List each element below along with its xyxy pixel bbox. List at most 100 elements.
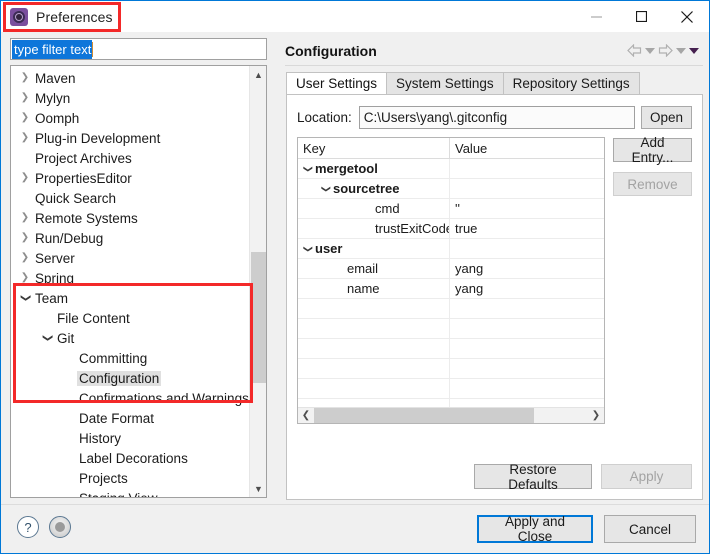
chevron-right-icon[interactable]: ❯	[17, 248, 33, 268]
apply-button[interactable]: Apply	[601, 464, 692, 489]
chevron-right-icon[interactable]: ❯	[17, 88, 33, 108]
table-row[interactable]	[298, 299, 604, 319]
sidebar-item-project-archives[interactable]: Project Archives	[11, 148, 249, 168]
open-button[interactable]: Open	[640, 105, 692, 129]
sidebar-item-run-debug[interactable]: ❯ Run/Debug	[11, 228, 249, 248]
chevron-down-icon[interactable]: ▼	[250, 480, 266, 497]
sidebar-item-staging-view[interactable]: Staging View	[11, 488, 249, 498]
table-row[interactable]: cmd ''	[298, 199, 604, 219]
search-input[interactable]: type filter text	[10, 38, 267, 60]
table-spacer	[302, 339, 315, 358]
table-row[interactable]	[298, 359, 604, 379]
help-question-icon[interactable]: ?	[17, 516, 39, 538]
sidebar-item-confirmations-and-warnings[interactable]: Confirmations and Warnings	[11, 388, 249, 408]
scrollbar-thumb[interactable]	[251, 252, 266, 383]
sidebar-item-team[interactable]: ❯ Team	[11, 288, 249, 308]
table-row[interactable]	[298, 379, 604, 399]
table-spacer	[302, 319, 315, 338]
table-row[interactable]: email yang	[298, 259, 604, 279]
nav-icons	[627, 44, 703, 57]
table-horizontal-scrollbar[interactable]: ❮ ❯	[298, 407, 604, 423]
hscroll-thumb[interactable]	[314, 408, 534, 423]
table-body: ❯ mergetool ❯ sourcetree cmd '' trustExitCod…	[298, 159, 604, 419]
sidebar-item-committing[interactable]: Committing	[11, 348, 249, 368]
close-icon[interactable]	[664, 1, 709, 32]
column-header-key[interactable]: Key	[298, 138, 450, 158]
chevron-left-icon[interactable]: ❮	[298, 408, 314, 423]
sidebar-item-oomph[interactable]: ❯ Oomph	[11, 108, 249, 128]
location-input[interactable]: C:\Users\yang\.gitconfig	[358, 105, 635, 129]
table-row[interactable]: ❯ mergetool	[298, 159, 604, 179]
column-header-value[interactable]: Value	[450, 138, 604, 158]
table-row[interactable]: trustExitCode true	[298, 219, 604, 239]
chevron-right-icon[interactable]: ❯	[17, 268, 33, 288]
back-arrow-icon[interactable]	[627, 44, 642, 57]
sidebar-item-server[interactable]: ❯ Server	[11, 248, 249, 268]
view-menu-arrow-icon[interactable]	[689, 47, 699, 54]
sidebar-item-label: Quick Search	[35, 190, 117, 206]
sidebar-item-git[interactable]: ❯ Git	[11, 328, 249, 348]
sidebar-item-propertieseditor[interactable]: ❯ PropertiesEditor	[11, 168, 249, 188]
chevron-right-icon[interactable]: ❯	[17, 228, 33, 248]
forward-arrow-icon[interactable]	[658, 44, 673, 57]
chevron-down-icon[interactable]: ❯	[15, 290, 35, 306]
add-entry-button[interactable]: Add Entry...	[613, 135, 692, 165]
minimize-icon[interactable]	[574, 1, 619, 32]
maximize-icon[interactable]	[619, 1, 664, 32]
chevron-right-icon[interactable]: ❯	[588, 408, 604, 423]
tab-system-settings[interactable]: System Settings	[386, 72, 504, 94]
tab-repository-settings[interactable]: Repository Settings	[502, 72, 640, 94]
cell-value	[450, 339, 604, 358]
table-row[interactable]	[298, 339, 604, 359]
table-row[interactable]	[298, 319, 604, 339]
sidebar-item-configuration[interactable]: Configuration	[11, 368, 249, 388]
chevron-right-icon[interactable]: ❯	[17, 68, 33, 88]
sidebar-item-label: File Content	[57, 310, 130, 326]
chevron-right-icon[interactable]: ❯	[17, 108, 33, 128]
sidebar-item-spring[interactable]: ❯ Spring	[11, 268, 249, 288]
grey-circle-icon[interactable]	[49, 516, 71, 538]
cell-key-label: user	[315, 241, 343, 256]
table-row[interactable]: ❯ sourcetree	[298, 179, 604, 199]
table-row[interactable]: ❯ user	[298, 239, 604, 259]
table-spacer	[338, 219, 351, 238]
back-dropdown-arrow-icon[interactable]	[645, 47, 655, 54]
table-row[interactable]: name yang	[298, 279, 604, 299]
sidebar-item-label: Oomph	[35, 110, 80, 126]
chevron-down-icon[interactable]: ❯	[317, 182, 337, 195]
remove-button[interactable]: Remove	[613, 172, 692, 196]
sidebar-item-maven[interactable]: ❯ Maven	[11, 68, 249, 88]
chevron-right-icon[interactable]: ❯	[17, 208, 33, 228]
chevron-up-icon[interactable]: ▲	[250, 66, 266, 83]
location-row: Location: C:\Users\yang\.gitconfig Open	[297, 105, 692, 129]
sidebar-item-label: Date Format	[79, 410, 155, 426]
sidebar-item-mylyn[interactable]: ❯ Mylyn	[11, 88, 249, 108]
apply-and-close-button[interactable]: Apply and Close	[477, 514, 593, 544]
forward-dropdown-arrow-icon[interactable]	[676, 47, 686, 54]
sidebar-item-file-content[interactable]: File Content	[11, 308, 249, 328]
chevron-right-icon[interactable]: ❯	[17, 128, 33, 148]
sidebar-item-projects[interactable]: Projects	[11, 468, 249, 488]
cancel-button[interactable]: Cancel	[604, 515, 696, 543]
tab-user-settings[interactable]: User Settings	[286, 72, 388, 94]
restore-defaults-button[interactable]: Restore Defaults	[474, 462, 592, 492]
chevron-down-icon[interactable]: ❯	[37, 330, 57, 346]
chevron-right-icon[interactable]: ❯	[17, 168, 33, 188]
sidebar-item-quick-search[interactable]: Quick Search	[11, 188, 249, 208]
sidebar-item-label-decorations[interactable]: Label Decorations	[11, 448, 249, 468]
sidebar-item-label: Committing	[79, 350, 148, 366]
sidebar-item-remote-systems[interactable]: ❯ Remote Systems	[11, 208, 249, 228]
sidebar-item-date-format[interactable]: Date Format	[11, 408, 249, 428]
hscroll-track[interactable]	[314, 408, 588, 423]
chevron-down-icon[interactable]: ❯	[299, 242, 319, 255]
chevron-down-icon[interactable]: ❯	[299, 162, 319, 175]
sidebar-item-history[interactable]: History	[11, 428, 249, 448]
sidebar-item-plug-in-development[interactable]: ❯ Plug-in Development	[11, 128, 249, 148]
tree-vertical-scrollbar[interactable]: ▲ ▼	[249, 66, 266, 497]
